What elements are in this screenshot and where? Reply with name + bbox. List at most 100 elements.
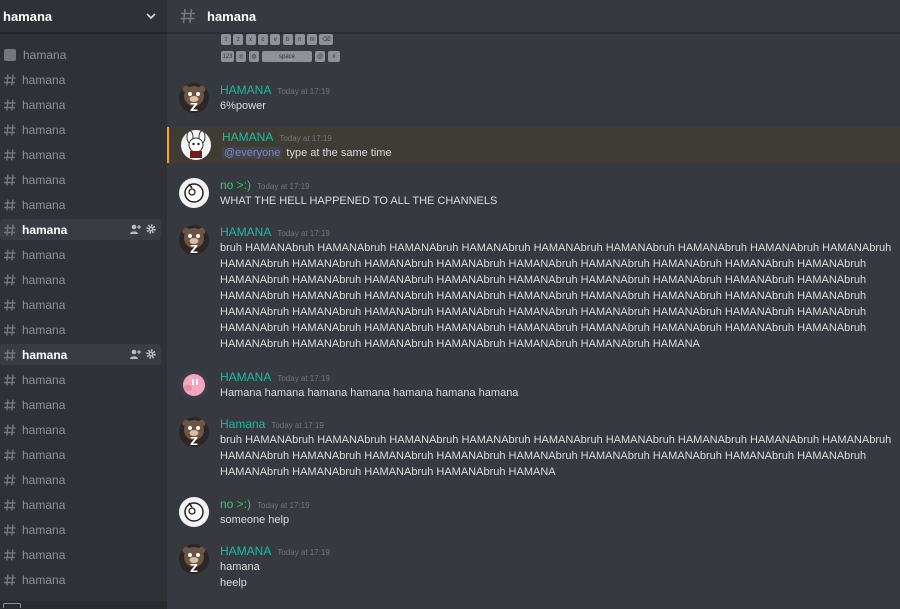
ghost-avatar[interactable] — [179, 497, 209, 527]
channel-item[interactable]: hamana — [0, 344, 161, 365]
hash-icon — [4, 248, 16, 261]
hash-icon — [4, 423, 16, 436]
hash-icon — [4, 198, 16, 211]
pig-avatar[interactable] — [179, 370, 209, 400]
channel-item[interactable]: hamana — [0, 419, 161, 440]
channel-name: hamana — [22, 172, 66, 187]
message: no >:) Today at 17:19 someone help — [167, 494, 900, 530]
channel-item[interactable]: hamana — [0, 144, 161, 165]
channel-item[interactable]: hamana — [0, 94, 161, 115]
channel-item[interactable]: hamana — [0, 469, 161, 490]
channel-item[interactable]: hamana — [0, 294, 161, 315]
message-line: HAMANAbruh HAMANAbruh HAMANAbruh HAMANAb… — [220, 322, 867, 334]
mention-tag[interactable]: @everyone — [222, 147, 283, 159]
channel-item[interactable]: hamana — [0, 319, 161, 340]
message-timestamp: Today at 17:19 — [277, 87, 330, 96]
message-content: bruh HAMANAbruh HAMANAbruh HAMANAbruh HA… — [220, 432, 891, 480]
gear-icon[interactable] — [145, 223, 157, 235]
channel-item[interactable]: hamana — [0, 219, 161, 240]
checkbox-icon — [4, 48, 16, 61]
channel-item[interactable]: hamana — [0, 519, 161, 540]
chat-area: hamana ⇧ z x c v b n m ⌫ 123 ◎ ◍ space @ # Z HAMANA Toda… — [167, 0, 900, 609]
svg-text:Z: Z — [190, 101, 198, 113]
message-timestamp: Today at 17:19 — [279, 134, 332, 143]
channel-name: hamana — [22, 347, 68, 362]
channel-item[interactable]: hamana — [0, 394, 161, 415]
message-timestamp: Today at 17:19 — [277, 548, 330, 557]
channel-item[interactable]: hamana — [0, 169, 161, 190]
ghost-avatar[interactable] — [179, 178, 209, 208]
message-content: @everyone type at the same time — [222, 145, 392, 161]
hash-icon — [4, 148, 16, 161]
message-author[interactable]: HAMANA Today at 17:19 — [220, 83, 330, 97]
channel-item[interactable]: hamana — [0, 44, 161, 65]
message: Z HAMANA Today at 17:19 6%power — [167, 80, 900, 116]
keyboard-key: ◎ — [236, 51, 246, 62]
channel-name: hamana — [22, 422, 66, 437]
channel-name: hamana — [22, 572, 66, 587]
hash-icon — [4, 373, 16, 386]
add-user-icon[interactable] — [129, 223, 141, 235]
channel-item[interactable]: hamana — [0, 194, 161, 215]
channel-item[interactable]: hamana — [0, 119, 161, 140]
channel-name: hamana — [22, 497, 66, 512]
bear-z-avatar[interactable]: Z — [179, 417, 209, 447]
chevron-down-icon[interactable] — [145, 10, 157, 22]
channel-item[interactable]: hamana — [0, 269, 161, 290]
add-user-icon[interactable] — [129, 348, 141, 360]
hash-icon — [4, 448, 16, 461]
hash-icon — [4, 298, 16, 311]
bear-z-avatar[interactable]: Z — [179, 83, 209, 113]
channel-item[interactable]: hamana — [0, 369, 161, 390]
message-line: Hamana hamana hamana hamana hamana haman… — [220, 387, 519, 399]
bunny-avatar[interactable] — [181, 130, 211, 160]
message-line: hamana — [220, 561, 260, 573]
message-timestamp: Today at 17:19 — [257, 501, 310, 510]
hash-icon — [4, 223, 16, 236]
channel-name: hamana — [22, 547, 66, 562]
hash-icon — [4, 173, 16, 186]
keyboard-key: m — [307, 34, 318, 45]
channel-item[interactable]: hamana — [0, 569, 161, 590]
channel-name: hamana — [22, 322, 66, 337]
message-author[interactable]: HAMANA Today at 17:19 — [220, 225, 330, 239]
svg-text:Z: Z — [190, 435, 198, 447]
channel-name: hamana — [22, 247, 66, 262]
message-content: Hamana hamana hamana hamana hamana haman… — [220, 385, 518, 401]
message-author[interactable]: no >:) Today at 17:19 — [220, 178, 310, 192]
message-line: HAMANAbruh HAMANAbruh HAMANAbruh HAMANAb… — [220, 466, 556, 478]
server-header[interactable]: hamana — [0, 0, 167, 33]
user-panel — [0, 601, 167, 609]
channel-name: hamana — [22, 372, 66, 387]
keyboard-key: @ — [315, 51, 325, 62]
message-timestamp: Today at 17:19 — [271, 421, 324, 430]
channel-item[interactable]: hamana — [0, 494, 161, 515]
bear-z-avatar[interactable]: Z — [179, 225, 209, 255]
channel-item[interactable]: hamana — [0, 244, 161, 265]
keyboard-key: ⇧ — [221, 34, 231, 45]
channel-item[interactable]: hamana — [0, 444, 161, 465]
channel-item[interactable]: hamana — [0, 544, 161, 565]
channel-name: hamana — [22, 447, 66, 462]
message-author[interactable]: HAMANA Today at 17:19 — [222, 130, 332, 144]
message-author[interactable]: no >:) Today at 17:19 — [220, 497, 310, 511]
channel-item[interactable]: hamana — [0, 69, 161, 90]
message-line: HAMANAbruh HAMANAbruh HAMANAbruh HAMANAb… — [220, 290, 867, 302]
channel-header: hamana — [167, 0, 900, 33]
message-author[interactable]: Hamana Today at 17:19 — [220, 417, 324, 431]
svg-text:Z: Z — [190, 243, 198, 255]
hash-icon — [4, 98, 16, 111]
gear-icon[interactable] — [145, 348, 157, 360]
keyboard-key: 123 — [221, 51, 234, 62]
channel-sidebar: hamana hamana hamana hamana hamana hamana ham… — [0, 0, 167, 609]
channel-name: hamana — [22, 97, 66, 112]
bear-z-avatar[interactable]: Z — [179, 544, 209, 574]
channel-actions — [129, 223, 157, 235]
keyboard-key: space — [262, 51, 312, 62]
message-author[interactable]: HAMANA Today at 17:19 — [220, 370, 330, 384]
message-line: HAMANAbruh HAMANAbruh HAMANAbruh HAMANAb… — [220, 306, 867, 318]
message-content: WHAT THE HELL HAPPENED TO ALL THE CHANNE… — [220, 193, 497, 209]
svg-text:Z: Z — [190, 562, 198, 574]
hash-icon — [4, 398, 16, 411]
message-author[interactable]: HAMANA Today at 17:19 — [220, 544, 330, 558]
